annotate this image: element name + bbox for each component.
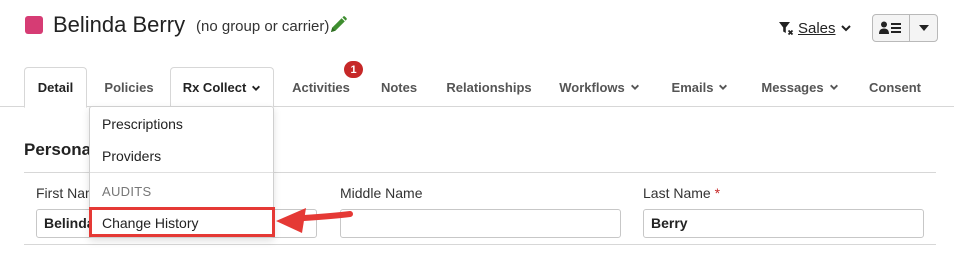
filter-icon bbox=[779, 22, 794, 36]
tab-label: Rx Collect bbox=[182, 80, 247, 95]
section-title: Persona bbox=[24, 140, 92, 159]
section-bottom-divider bbox=[24, 244, 936, 245]
chevron-down-icon bbox=[252, 85, 261, 91]
client-header: Belinda Berry (no group or carrier) Sale… bbox=[0, 0, 954, 56]
sales-label[interactable]: Sales bbox=[798, 20, 836, 37]
tab-detail[interactable]: Detail bbox=[24, 67, 87, 108]
tab-label: Relationships bbox=[446, 79, 532, 95]
middle-name-field[interactable] bbox=[340, 209, 621, 238]
pencil-icon[interactable] bbox=[328, 15, 348, 35]
user-list-button[interactable] bbox=[873, 15, 910, 41]
menu-item-prescriptions[interactable]: Prescriptions bbox=[90, 116, 273, 132]
tab-label: Workflows bbox=[559, 79, 625, 95]
menu-section-audits: AUDITS bbox=[102, 184, 152, 199]
group-carrier-note: (no group or carrier) bbox=[196, 18, 330, 35]
tab-label: Consent bbox=[869, 79, 921, 95]
chevron-down-icon bbox=[840, 25, 851, 32]
tab-notes[interactable]: Notes bbox=[370, 67, 428, 107]
menu-item-providers[interactable]: Providers bbox=[90, 148, 273, 164]
user-menu-button-group bbox=[872, 14, 938, 42]
user-list-icon bbox=[879, 21, 901, 34]
last-name-label-text: Last Name bbox=[643, 185, 711, 201]
tab-label: Activities bbox=[292, 79, 350, 95]
client-name: Belinda Berry bbox=[53, 12, 186, 37]
client-color-tag bbox=[25, 16, 43, 34]
red-arrow-annotation bbox=[276, 208, 353, 233]
tab-label: Detail bbox=[37, 80, 74, 95]
tab-emails[interactable]: Emails bbox=[664, 67, 736, 107]
tab-bar: Detail Policies Rx Collect Activities No… bbox=[0, 67, 954, 108]
tab-label: Emails bbox=[671, 79, 714, 95]
chevron-down-icon bbox=[719, 84, 728, 90]
tab-relationships[interactable]: Relationships bbox=[440, 67, 538, 107]
menu-divider bbox=[90, 172, 273, 173]
sales-dropdown[interactable]: Sales bbox=[778, 18, 852, 38]
tab-consent[interactable]: Consent bbox=[862, 67, 928, 107]
last-name-field[interactable]: Berry bbox=[643, 209, 924, 238]
tab-rx-collect[interactable]: Rx Collect bbox=[170, 67, 274, 107]
tab-label: Messages bbox=[761, 79, 824, 95]
tab-label: Notes bbox=[380, 79, 418, 95]
first-name-label: First Nam bbox=[36, 185, 97, 201]
activities-count-badge: 1 bbox=[344, 61, 363, 78]
user-menu-caret-button[interactable] bbox=[910, 15, 937, 41]
caret-down-icon bbox=[918, 25, 929, 31]
tab-workflows[interactable]: Workflows bbox=[551, 67, 648, 107]
tab-policies[interactable]: Policies bbox=[94, 67, 164, 107]
required-mark: * bbox=[714, 185, 721, 201]
chevron-down-icon bbox=[829, 84, 838, 90]
highlight-box bbox=[89, 207, 275, 237]
last-name-label: Last Name * bbox=[643, 185, 720, 201]
middle-name-label: Middle Name bbox=[340, 185, 423, 201]
tab-label: Policies bbox=[104, 79, 154, 95]
chevron-down-icon bbox=[630, 84, 639, 90]
tab-messages[interactable]: Messages bbox=[755, 67, 845, 107]
